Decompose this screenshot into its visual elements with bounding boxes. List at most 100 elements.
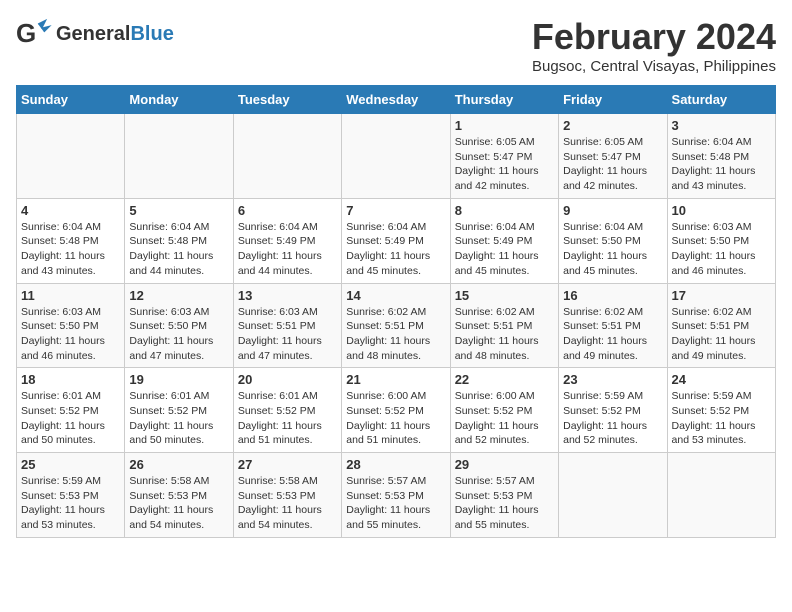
day-number: 25	[21, 457, 120, 472]
logo-blue: Blue	[130, 23, 173, 45]
day-number: 3	[672, 118, 771, 133]
calendar-cell: 27 Sunrise: 5:58 AM Sunset: 5:53 PM Dayli…	[233, 453, 341, 538]
day-info: Sunrise: 6:05 AM Sunset: 5:47 PM Dayligh…	[563, 135, 662, 194]
day-info: Sunrise: 5:57 AM Sunset: 5:53 PM Dayligh…	[346, 474, 445, 533]
day-info: Sunrise: 6:00 AM Sunset: 5:52 PM Dayligh…	[346, 389, 445, 448]
title-block: February 2024 Bugsoc, Central Visayas, P…	[532, 16, 776, 75]
day-number: 6	[238, 203, 337, 218]
day-number: 12	[129, 288, 228, 303]
calendar-cell: 14 Sunrise: 6:02 AM Sunset: 5:51 PM Dayli…	[342, 283, 450, 368]
calendar-cell: 12Sunrise: 6:03 AM Sunset: 5:50 PM Dayli…	[125, 283, 233, 368]
day-number: 18	[21, 372, 120, 387]
logo-icon: G	[16, 16, 52, 52]
header-monday: Monday	[125, 86, 233, 114]
calendar-cell	[667, 453, 775, 538]
day-info: Sunrise: 6:04 AM Sunset: 5:48 PM Dayligh…	[129, 220, 228, 279]
day-info: Sunrise: 5:58 AM Sunset: 5:53 PM Dayligh…	[129, 474, 228, 533]
day-number: 19	[129, 372, 228, 387]
day-info: Sunrise: 6:04 AM Sunset: 5:49 PM Dayligh…	[455, 220, 554, 279]
calendar-cell	[342, 114, 450, 199]
day-info: Sunrise: 5:59 AM Sunset: 5:52 PM Dayligh…	[563, 389, 662, 448]
calendar-cell: 15Sunrise: 6:02 AM Sunset: 5:51 PM Dayli…	[450, 283, 558, 368]
calendar-week-row: 4 Sunrise: 6:04 AM Sunset: 5:48 PM Daylig…	[17, 198, 776, 283]
header-thursday: Thursday	[450, 86, 558, 114]
calendar-header-row: SundayMondayTuesdayWednesdayThursdayFrid…	[17, 86, 776, 114]
calendar-cell: 10 Sunrise: 6:03 AM Sunset: 5:50 PM Dayli…	[667, 198, 775, 283]
day-number: 4	[21, 203, 120, 218]
day-number: 9	[563, 203, 662, 218]
calendar-week-row: 1 Sunrise: 6:05 AM Sunset: 5:47 PM Daylig…	[17, 114, 776, 199]
day-number: 26	[129, 457, 228, 472]
day-number: 22	[455, 372, 554, 387]
calendar-cell	[559, 453, 667, 538]
day-info: Sunrise: 6:03 AM Sunset: 5:50 PM Dayligh…	[672, 220, 771, 279]
day-info: Sunrise: 6:04 AM Sunset: 5:49 PM Dayligh…	[238, 220, 337, 279]
header-sunday: Sunday	[17, 86, 125, 114]
day-info: Sunrise: 6:02 AM Sunset: 5:51 PM Dayligh…	[346, 305, 445, 364]
day-number: 20	[238, 372, 337, 387]
calendar-cell: 6 Sunrise: 6:04 AM Sunset: 5:49 PM Daylig…	[233, 198, 341, 283]
calendar-cell: 7 Sunrise: 6:04 AM Sunset: 5:49 PM Daylig…	[342, 198, 450, 283]
day-number: 7	[346, 203, 445, 218]
day-number: 10	[672, 203, 771, 218]
day-info: Sunrise: 6:04 AM Sunset: 5:50 PM Dayligh…	[563, 220, 662, 279]
calendar-cell: 13Sunrise: 6:03 AM Sunset: 5:51 PM Dayli…	[233, 283, 341, 368]
day-info: Sunrise: 6:04 AM Sunset: 5:49 PM Dayligh…	[346, 220, 445, 279]
calendar-cell: 18 Sunrise: 6:01 AM Sunset: 5:52 PM Dayli…	[17, 368, 125, 453]
day-number: 11	[21, 288, 120, 303]
day-info: Sunrise: 6:02 AM Sunset: 5:51 PM Dayligh…	[672, 305, 771, 364]
day-number: 1	[455, 118, 554, 133]
day-info: Sunrise: 6:02 AM Sunset: 5:51 PM Dayligh…	[563, 305, 662, 364]
calendar-cell: 9 Sunrise: 6:04 AM Sunset: 5:50 PM Daylig…	[559, 198, 667, 283]
calendar-week-row: 11Sunrise: 6:03 AM Sunset: 5:50 PM Dayli…	[17, 283, 776, 368]
day-number: 16	[563, 288, 662, 303]
calendar-cell: 3 Sunrise: 6:04 AM Sunset: 5:48 PM Daylig…	[667, 114, 775, 199]
day-number: 21	[346, 372, 445, 387]
day-number: 14	[346, 288, 445, 303]
calendar-cell: 25 Sunrise: 5:59 AM Sunset: 5:53 PM Dayli…	[17, 453, 125, 538]
day-info: Sunrise: 6:01 AM Sunset: 5:52 PM Dayligh…	[21, 389, 120, 448]
header-saturday: Saturday	[667, 86, 775, 114]
day-number: 15	[455, 288, 554, 303]
calendar-cell: 8 Sunrise: 6:04 AM Sunset: 5:49 PM Daylig…	[450, 198, 558, 283]
day-info: Sunrise: 6:01 AM Sunset: 5:52 PM Dayligh…	[129, 389, 228, 448]
calendar-cell: 1Sunrise: 6:05 AM Sunset: 5:47 PM Daylig…	[450, 114, 558, 199]
day-number: 24	[672, 372, 771, 387]
calendar-table: SundayMondayTuesdayWednesdayThursdayFrid…	[16, 85, 776, 538]
calendar-cell	[233, 114, 341, 199]
svg-text:G: G	[16, 18, 36, 48]
calendar-cell: 23 Sunrise: 5:59 AM Sunset: 5:52 PM Dayli…	[559, 368, 667, 453]
calendar-cell: 5 Sunrise: 6:04 AM Sunset: 5:48 PM Daylig…	[125, 198, 233, 283]
day-number: 5	[129, 203, 228, 218]
day-info: Sunrise: 5:57 AM Sunset: 5:53 PM Dayligh…	[455, 474, 554, 533]
day-info: Sunrise: 5:58 AM Sunset: 5:53 PM Dayligh…	[238, 474, 337, 533]
calendar-cell: 19 Sunrise: 6:01 AM Sunset: 5:52 PM Dayli…	[125, 368, 233, 453]
day-number: 28	[346, 457, 445, 472]
calendar-cell: 24 Sunrise: 5:59 AM Sunset: 5:52 PM Dayli…	[667, 368, 775, 453]
logo-general: General	[56, 23, 130, 45]
day-number: 27	[238, 457, 337, 472]
day-info: Sunrise: 5:59 AM Sunset: 5:52 PM Dayligh…	[672, 389, 771, 448]
day-number: 2	[563, 118, 662, 133]
day-number: 23	[563, 372, 662, 387]
calendar-week-row: 25 Sunrise: 5:59 AM Sunset: 5:53 PM Dayli…	[17, 453, 776, 538]
calendar-cell: 21 Sunrise: 6:00 AM Sunset: 5:52 PM Dayli…	[342, 368, 450, 453]
day-info: Sunrise: 6:03 AM Sunset: 5:51 PM Dayligh…	[238, 305, 337, 364]
day-number: 29	[455, 457, 554, 472]
day-info: Sunrise: 5:59 AM Sunset: 5:53 PM Dayligh…	[21, 474, 120, 533]
day-info: Sunrise: 6:00 AM Sunset: 5:52 PM Dayligh…	[455, 389, 554, 448]
calendar-cell: 29 Sunrise: 5:57 AM Sunset: 5:53 PM Dayli…	[450, 453, 558, 538]
calendar-cell: 26 Sunrise: 5:58 AM Sunset: 5:53 PM Dayli…	[125, 453, 233, 538]
day-info: Sunrise: 6:04 AM Sunset: 5:48 PM Dayligh…	[672, 135, 771, 194]
header-wednesday: Wednesday	[342, 86, 450, 114]
day-number: 8	[455, 203, 554, 218]
header-tuesday: Tuesday	[233, 86, 341, 114]
day-info: Sunrise: 6:04 AM Sunset: 5:48 PM Dayligh…	[21, 220, 120, 279]
calendar-cell: 20Sunrise: 6:01 AM Sunset: 5:52 PM Dayli…	[233, 368, 341, 453]
location-text: Bugsoc, Central Visayas, Philippines	[532, 58, 776, 75]
calendar-cell	[125, 114, 233, 199]
calendar-cell: 2 Sunrise: 6:05 AM Sunset: 5:47 PM Daylig…	[559, 114, 667, 199]
page-header: G GeneralBlue February 2024 Bugsoc, Cent…	[16, 16, 776, 75]
calendar-cell: 11Sunrise: 6:03 AM Sunset: 5:50 PM Dayli…	[17, 283, 125, 368]
header-friday: Friday	[559, 86, 667, 114]
